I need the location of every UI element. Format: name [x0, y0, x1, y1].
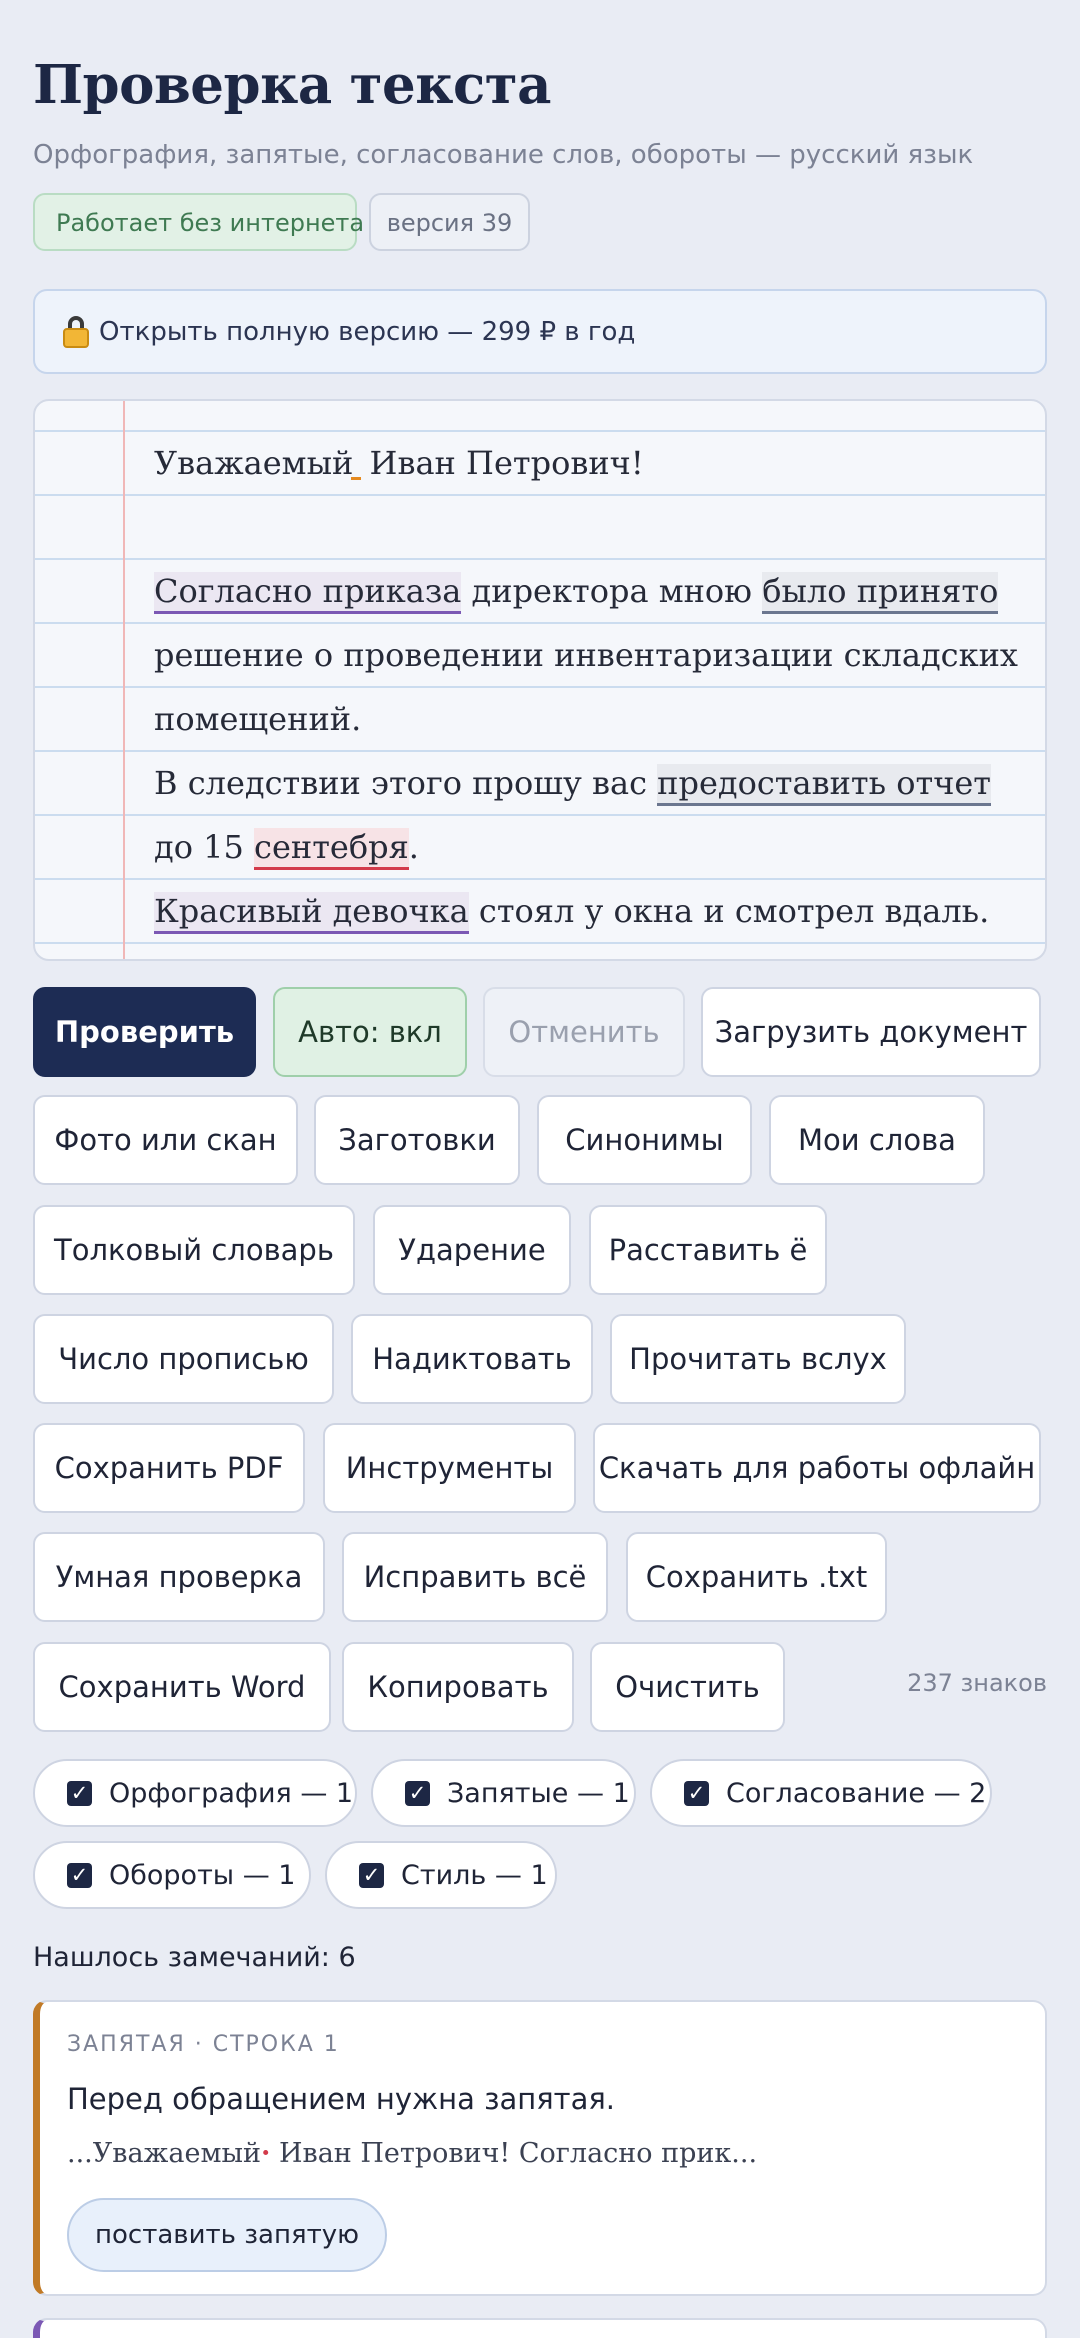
editor-line: Согласно приказа директора мною было при… — [154, 559, 999, 623]
style-highlight[interactable]: было принято — [762, 572, 999, 614]
agreement-highlight[interactable]: Красивый девочка — [154, 892, 469, 934]
stress-button[interactable]: Ударение — [373, 1205, 571, 1295]
auto-check-toggle[interactable]: Авто: вкл — [273, 987, 467, 1077]
issue-card[interactable]: ЗАПЯТАЯ · СТРОКА 1 Перед обращением нужн… — [33, 2000, 1047, 2296]
text-editor[interactable]: Уважаемый Иван Петрович! Согласно приказ… — [33, 399, 1047, 961]
editor-line: помещений. — [154, 700, 362, 738]
save-txt-button[interactable]: Сохранить .txt — [626, 1532, 887, 1622]
editor-line: решение о проведении инвентаризации скла… — [154, 636, 1018, 674]
templates-button[interactable]: Заготовки — [314, 1095, 520, 1185]
editor-line: В следствии этого прошу вас предоставить… — [154, 751, 991, 815]
issue-card[interactable] — [33, 2318, 1047, 2338]
editor-line: Уважаемый Иван Петрович! — [154, 444, 644, 482]
apply-fix-button[interactable]: поставить запятую — [67, 2198, 388, 2272]
number-to-words-button[interactable]: Число прописью — [33, 1314, 334, 1404]
checkbox-checked-icon[interactable]: ✓ — [359, 1862, 384, 1888]
checkbox-checked-icon[interactable]: ✓ — [405, 1780, 430, 1806]
page-subtitle: Орфография, запятые, согласование слов, … — [33, 140, 974, 170]
editor-margin-line — [123, 401, 125, 959]
editor-line: Красивый девочка стоял у окна и смотрел … — [154, 879, 989, 943]
photo-scan-button[interactable]: Фото или скан — [33, 1095, 298, 1185]
agreement-highlight[interactable]: Согласно приказа — [154, 572, 462, 614]
tools-button[interactable]: Инструменты — [323, 1423, 576, 1513]
phrase-highlight[interactable]: предоставить отчет — [657, 764, 991, 806]
issue-context: ...Уважаемый· Иван Петрович! Согласно пр… — [67, 2138, 758, 2169]
copy-button[interactable]: Копировать — [342, 1642, 574, 1732]
undo-button[interactable]: Отменить — [483, 987, 685, 1077]
version-badge: версия 39 — [369, 193, 530, 251]
dictate-button[interactable]: Надиктовать — [351, 1314, 593, 1404]
filter-phrases[interactable]: ✓ Обороты — 1 — [33, 1841, 311, 1909]
read-aloud-button[interactable]: Прочитать вслух — [610, 1314, 906, 1404]
spelling-highlight[interactable]: сентебря — [254, 828, 409, 870]
check-button[interactable]: Проверить — [33, 987, 256, 1077]
dictionary-button[interactable]: Толковый словарь — [33, 1205, 355, 1295]
checkbox-checked-icon[interactable]: ✓ — [67, 1862, 92, 1888]
upgrade-banner-label: Открыть полную версию — 299 ₽ в год — [99, 316, 636, 347]
checkbox-checked-icon[interactable]: ✓ — [67, 1780, 92, 1806]
page-title: Проверка текста — [33, 54, 551, 116]
download-offline-button[interactable]: Скачать для работы офлайн — [593, 1423, 1041, 1513]
fix-all-button[interactable]: Исправить всё — [342, 1532, 608, 1622]
issues-count: Нашлось замечаний: 6 — [33, 1942, 356, 1973]
save-word-button[interactable]: Сохранить Word — [33, 1642, 331, 1732]
issue-message: Перед обращением нужна запятая. — [67, 2082, 615, 2116]
clear-button[interactable]: Очистить — [590, 1642, 785, 1732]
upgrade-banner[interactable]: Открыть полную версию — 299 ₽ в год — [33, 289, 1047, 374]
save-pdf-button[interactable]: Сохранить PDF — [33, 1423, 305, 1513]
issue-meta: ЗАПЯТАЯ · СТРОКА 1 — [67, 2032, 340, 2057]
filter-style[interactable]: ✓ Стиль — 1 — [325, 1841, 557, 1909]
smart-check-button[interactable]: Умная проверка — [33, 1532, 325, 1622]
editor-line: до 15 сентебря. — [154, 815, 419, 879]
upload-document-button[interactable]: Загрузить документ — [701, 987, 1041, 1077]
filter-commas[interactable]: ✓ Запятые — 1 — [371, 1759, 636, 1827]
yo-button[interactable]: Расставить ё — [589, 1205, 827, 1295]
missing-comma-marker[interactable] — [351, 477, 362, 480]
character-count: 237 знаков — [907, 1669, 1047, 1697]
checkbox-checked-icon[interactable]: ✓ — [684, 1780, 709, 1806]
filter-agreement[interactable]: ✓ Согласование — 2 — [650, 1759, 992, 1827]
offline-badge: Работает без интернета — [33, 193, 364, 251]
lock-icon — [63, 315, 89, 348]
synonyms-button[interactable]: Синонимы — [537, 1095, 752, 1185]
filter-spelling[interactable]: ✓ Орфография — 1 — [33, 1759, 357, 1827]
my-words-button[interactable]: Мои слова — [769, 1095, 985, 1185]
